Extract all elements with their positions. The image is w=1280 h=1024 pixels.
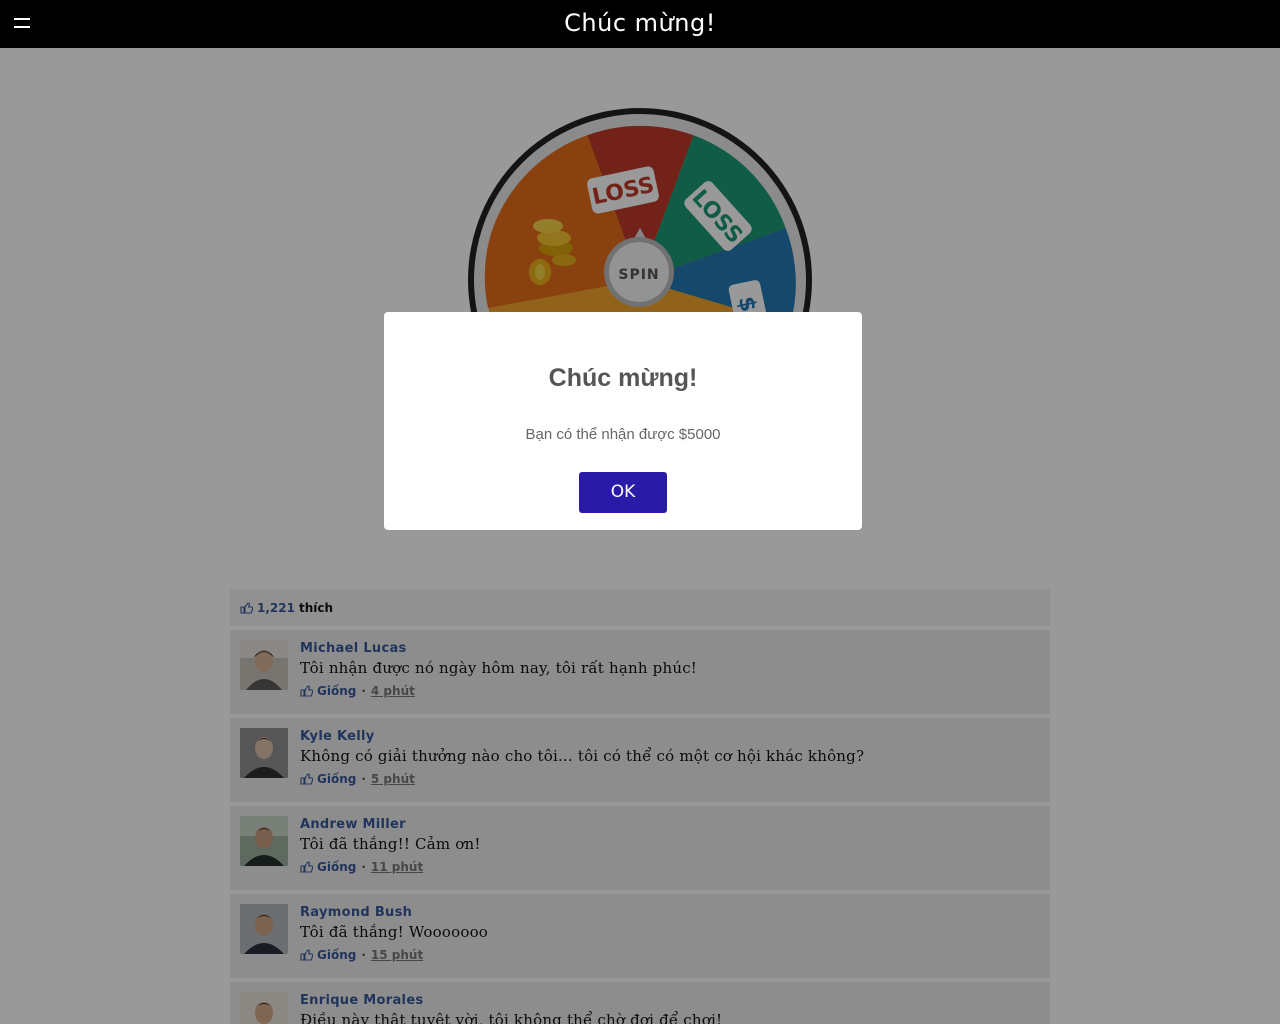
dialog-message: Bạn có thể nhận được $5000 xyxy=(525,426,721,443)
congrats-dialog: Chúc mừng! Bạn có thể nhận được $5000 OK xyxy=(384,312,862,530)
dialog-title: Chúc mừng! xyxy=(548,364,698,392)
page-title: Chúc mừng! xyxy=(564,9,716,37)
modal-backdrop[interactable] xyxy=(0,48,1280,1024)
top-bar: Chúc mừng! xyxy=(0,0,1280,48)
ok-button[interactable]: OK xyxy=(579,472,667,513)
